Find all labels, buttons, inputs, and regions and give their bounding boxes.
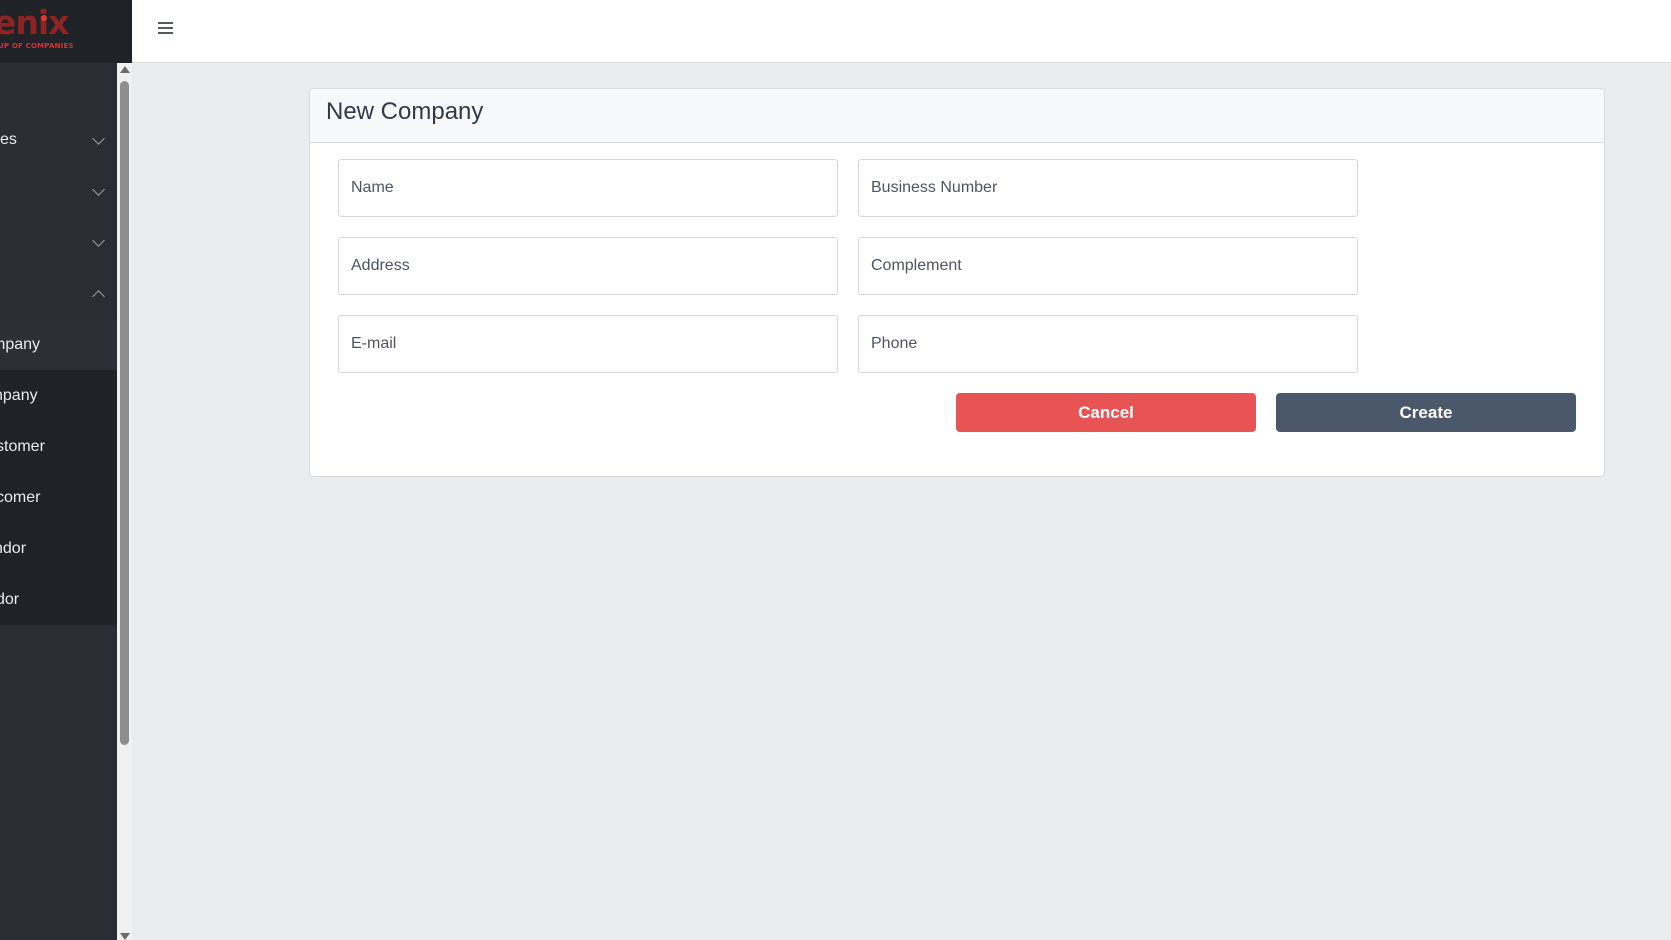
sidebar-subitem-new-customer[interactable]: stomer — [0, 421, 117, 472]
sidebar-subitem-label: dor — [0, 590, 20, 608]
sidebar-subitem-list-customer[interactable]: comer — [0, 472, 117, 523]
name-field[interactable] — [338, 159, 838, 217]
sidebar-subitem-label: comer — [0, 488, 41, 506]
sidebar-item-label: ces — [0, 130, 17, 148]
sidebar-subitem-new-vendor[interactable]: ndor — [0, 523, 117, 574]
sidebar-item-2[interactable] — [0, 165, 117, 216]
hamburger-icon[interactable] — [158, 21, 174, 35]
phone-field[interactable] — [858, 315, 1358, 373]
phone-input[interactable] — [859, 316, 1357, 372]
sidebar-submenu: mpany npany stomer comer ndor dor — [0, 319, 117, 625]
chevron-down-icon — [92, 233, 105, 247]
sidebar-item-services[interactable]: ces — [0, 114, 117, 165]
sidebar-item-registrations[interactable] — [0, 268, 117, 319]
cancel-button[interactable]: Cancel — [956, 393, 1256, 432]
complement-field[interactable] — [858, 237, 1358, 295]
scroll-down-arrow-icon[interactable] — [120, 933, 130, 940]
sidebar-subitem-label: npany — [0, 386, 38, 404]
logo-dot-icon — [41, 15, 47, 21]
sidebar-subitem-label: mpany — [0, 335, 41, 353]
logo-subtitle: UP OF COMPANIES — [0, 42, 74, 50]
scroll-up-arrow-icon[interactable] — [120, 66, 130, 73]
sidebar-subitem-list-vendor[interactable]: dor — [0, 574, 117, 625]
scrollbar-thumb[interactable] — [120, 81, 129, 745]
chevron-down-icon — [92, 131, 105, 145]
name-input[interactable] — [339, 160, 837, 216]
page-title: New Company — [326, 98, 484, 125]
email-input[interactable] — [339, 316, 837, 372]
complement-input[interactable] — [859, 238, 1357, 294]
sidebar-subitem-label: ndor — [0, 539, 27, 557]
logo[interactable]: enix UP OF COMPANIES — [0, 0, 132, 63]
business-number-field[interactable] — [858, 159, 1358, 217]
address-input[interactable] — [339, 238, 837, 294]
chevron-down-icon — [92, 182, 105, 196]
sidebar-item-3[interactable] — [0, 216, 117, 267]
sidebar-nav: ces mpany npany stomer comer — [0, 63, 117, 940]
sidebar-subitem-list-company[interactable]: npany — [0, 370, 117, 421]
sidebar: enix UP OF COMPANIES ces mpany npany — [0, 0, 132, 940]
logo-text: enix — [0, 3, 69, 42]
business-number-input[interactable] — [859, 160, 1357, 216]
address-field[interactable] — [338, 237, 838, 295]
chevron-up-icon — [92, 289, 105, 303]
sidebar-scrollbar[interactable] — [117, 63, 132, 940]
sidebar-subitem-label: stomer — [0, 437, 45, 455]
card-header: New Company — [310, 89, 1604, 143]
sidebar-subitem-new-company[interactable]: mpany — [0, 319, 117, 370]
new-company-card: New Company Cancel Create — [309, 88, 1605, 477]
topbar — [132, 0, 1671, 63]
email-field[interactable] — [338, 315, 838, 373]
create-button[interactable]: Create — [1276, 393, 1576, 432]
